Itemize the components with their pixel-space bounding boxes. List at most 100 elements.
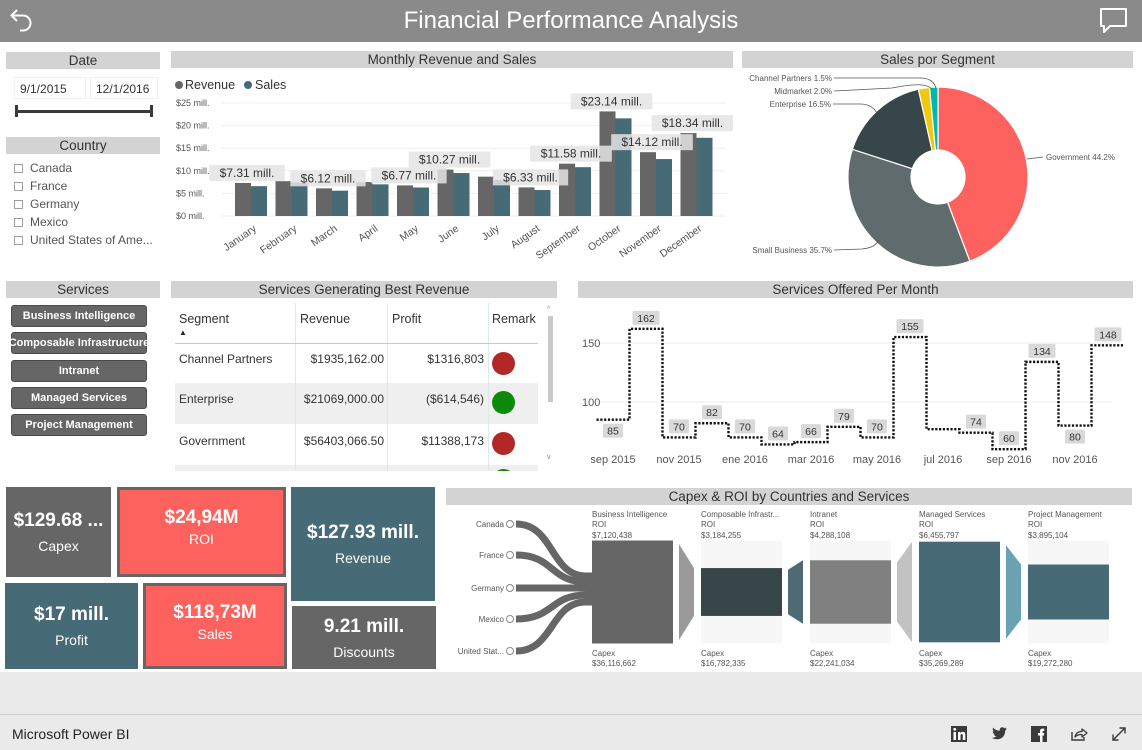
checkbox[interactable] — [14, 199, 23, 209]
data-label: 64 — [772, 428, 784, 440]
bar-revenue[interactable] — [640, 152, 656, 216]
service-button-managed-services[interactable]: Managed Services — [11, 387, 147, 409]
scroll-down-icon[interactable]: v — [547, 454, 551, 461]
capex-value: $22,241,034 — [810, 659, 855, 668]
country-node-icon[interactable] — [506, 520, 514, 528]
column-header-segment[interactable]: Segment — [179, 312, 229, 326]
country-node-icon[interactable] — [506, 551, 514, 559]
back-button[interactable] — [8, 6, 38, 36]
capex-label: Capex — [1028, 649, 1051, 658]
cell-profit: $11388,173 — [421, 434, 484, 448]
bar-revenue[interactable] — [316, 188, 332, 216]
bar-revenue[interactable] — [599, 111, 616, 216]
slider-end-handle[interactable] — [150, 105, 153, 117]
bar-sales[interactable] — [534, 190, 551, 216]
slider-start-handle[interactable] — [15, 105, 18, 117]
service-button-business-intelligence[interactable]: Business Intelligence — [11, 305, 147, 327]
expand-icon — [1112, 727, 1126, 741]
legend-revenue-label[interactable]: Revenue — [185, 78, 235, 92]
bar-sales[interactable] — [696, 137, 713, 216]
bar-revenue[interactable] — [356, 182, 373, 216]
bar-revenue[interactable] — [478, 176, 494, 216]
checkbox[interactable] — [14, 163, 23, 173]
legend-sales-label[interactable]: Sales — [255, 78, 286, 92]
date-range-slider[interactable] — [16, 110, 152, 113]
service-capex-bar[interactable] — [810, 560, 891, 624]
column-header-revenue[interactable]: Revenue — [300, 312, 350, 326]
service-button-intranet[interactable]: Intranet — [11, 360, 147, 382]
capex-label: Capex — [701, 649, 724, 658]
bar-revenue[interactable] — [275, 181, 292, 216]
facebook-share-button[interactable] — [1029, 724, 1049, 744]
kpi-card-capex[interactable]: $129.68 ... Capex — [6, 487, 111, 577]
twitter-icon — [991, 727, 1007, 740]
bar-revenue[interactable] — [235, 182, 251, 216]
bar-sales[interactable] — [372, 184, 389, 216]
country-item-france[interactable]: France — [14, 177, 67, 195]
data-label: 74 — [970, 417, 982, 429]
bar-revenue[interactable] — [518, 187, 535, 216]
column-header-profit[interactable]: Profit — [392, 312, 421, 326]
checkbox[interactable] — [14, 181, 23, 191]
country-node-icon[interactable] — [506, 615, 514, 623]
kpi-value: 9.21 mill. — [323, 615, 405, 637]
cell-profit: ($614,546) — [425, 392, 484, 406]
x-tick-label: mar 2016 — [788, 454, 834, 466]
kpi-card-profit[interactable]: $17 mill. Profit — [5, 583, 138, 669]
slice-label: Midmarket 2.0% — [774, 87, 832, 96]
kpi-card-revenue[interactable]: $127.93 mill. Revenue — [291, 487, 435, 601]
service-capex-bar[interactable] — [1028, 564, 1109, 620]
checkbox[interactable] — [14, 235, 23, 245]
legend-sales-marker — [244, 81, 252, 89]
bar-sales[interactable] — [656, 159, 672, 216]
service-button-project-management[interactable]: Project Management — [11, 414, 147, 436]
x-tick-label: may 2016 — [853, 454, 901, 466]
bar-sales[interactable] — [575, 167, 591, 216]
comment-icon — [1100, 8, 1127, 33]
bar-sales[interactable] — [251, 186, 267, 216]
table-scrollbar[interactable]: ^ v — [546, 306, 554, 466]
twitter-share-button[interactable] — [989, 724, 1009, 744]
country-node-icon[interactable] — [506, 647, 514, 655]
bar-sales[interactable] — [615, 118, 632, 216]
bar-sales[interactable] — [453, 173, 470, 216]
monthly-revenue-sales-chart: Revenue Sales $0 mill. $5 mill. $10 mill. $15… — [175, 78, 733, 262]
column-header-remark[interactable]: Remark — [492, 312, 536, 326]
bar-sales[interactable] — [332, 190, 348, 216]
data-label: 70 — [673, 421, 685, 433]
comment-button[interactable] — [1096, 5, 1130, 35]
roi-label: ROI — [592, 520, 606, 529]
bar-sales[interactable] — [291, 182, 308, 216]
country-item-mexico[interactable]: Mexico — [14, 213, 68, 231]
kpi-label: Discounts — [333, 643, 395, 660]
fullscreen-button[interactable] — [1109, 724, 1129, 744]
service-button-composable-infrastructure[interactable]: Composable Infrastructure — [9, 332, 149, 354]
country-label: France — [30, 179, 68, 193]
scroll-up-icon[interactable]: ^ — [547, 306, 550, 313]
bar-sales[interactable] — [413, 187, 429, 216]
scrollbar-thumb[interactable] — [548, 316, 553, 402]
service-capex-bar[interactable] — [701, 568, 782, 616]
start-date-input[interactable]: 9/1/2015 — [14, 77, 86, 99]
service-capex-bar[interactable] — [919, 541, 1000, 643]
y-tick-label: $0 mill. — [176, 211, 205, 221]
flow-ribbon[interactable] — [515, 591, 592, 623]
footer-bar — [0, 672, 1142, 750]
linkedin-share-button[interactable] — [949, 724, 969, 744]
country-item-canada[interactable]: Canada — [14, 159, 72, 177]
bar-revenue[interactable] — [397, 185, 413, 216]
data-label: $23.14 mill. — [581, 94, 642, 108]
kpi-card-sales[interactable]: $118,73M Sales — [143, 583, 287, 669]
segment-chart-title: Sales por Segment — [742, 51, 1133, 68]
kpi-card-roi[interactable]: $24,94M ROI — [117, 487, 286, 577]
end-date-input[interactable]: 12/1/2016 — [90, 77, 158, 99]
service-capex-bar[interactable] — [592, 540, 673, 644]
data-label: 134 — [1033, 346, 1051, 358]
kpi-card-discounts[interactable]: 9.21 mill. Discounts — [292, 606, 436, 669]
country-item-germany[interactable]: Germany — [14, 195, 79, 213]
roi-label: ROI — [919, 520, 933, 529]
country-item-usa[interactable]: United States of Ame... — [14, 231, 153, 249]
checkbox[interactable] — [14, 217, 23, 227]
share-button[interactable] — [1069, 724, 1089, 744]
country-node-icon[interactable] — [506, 584, 514, 592]
